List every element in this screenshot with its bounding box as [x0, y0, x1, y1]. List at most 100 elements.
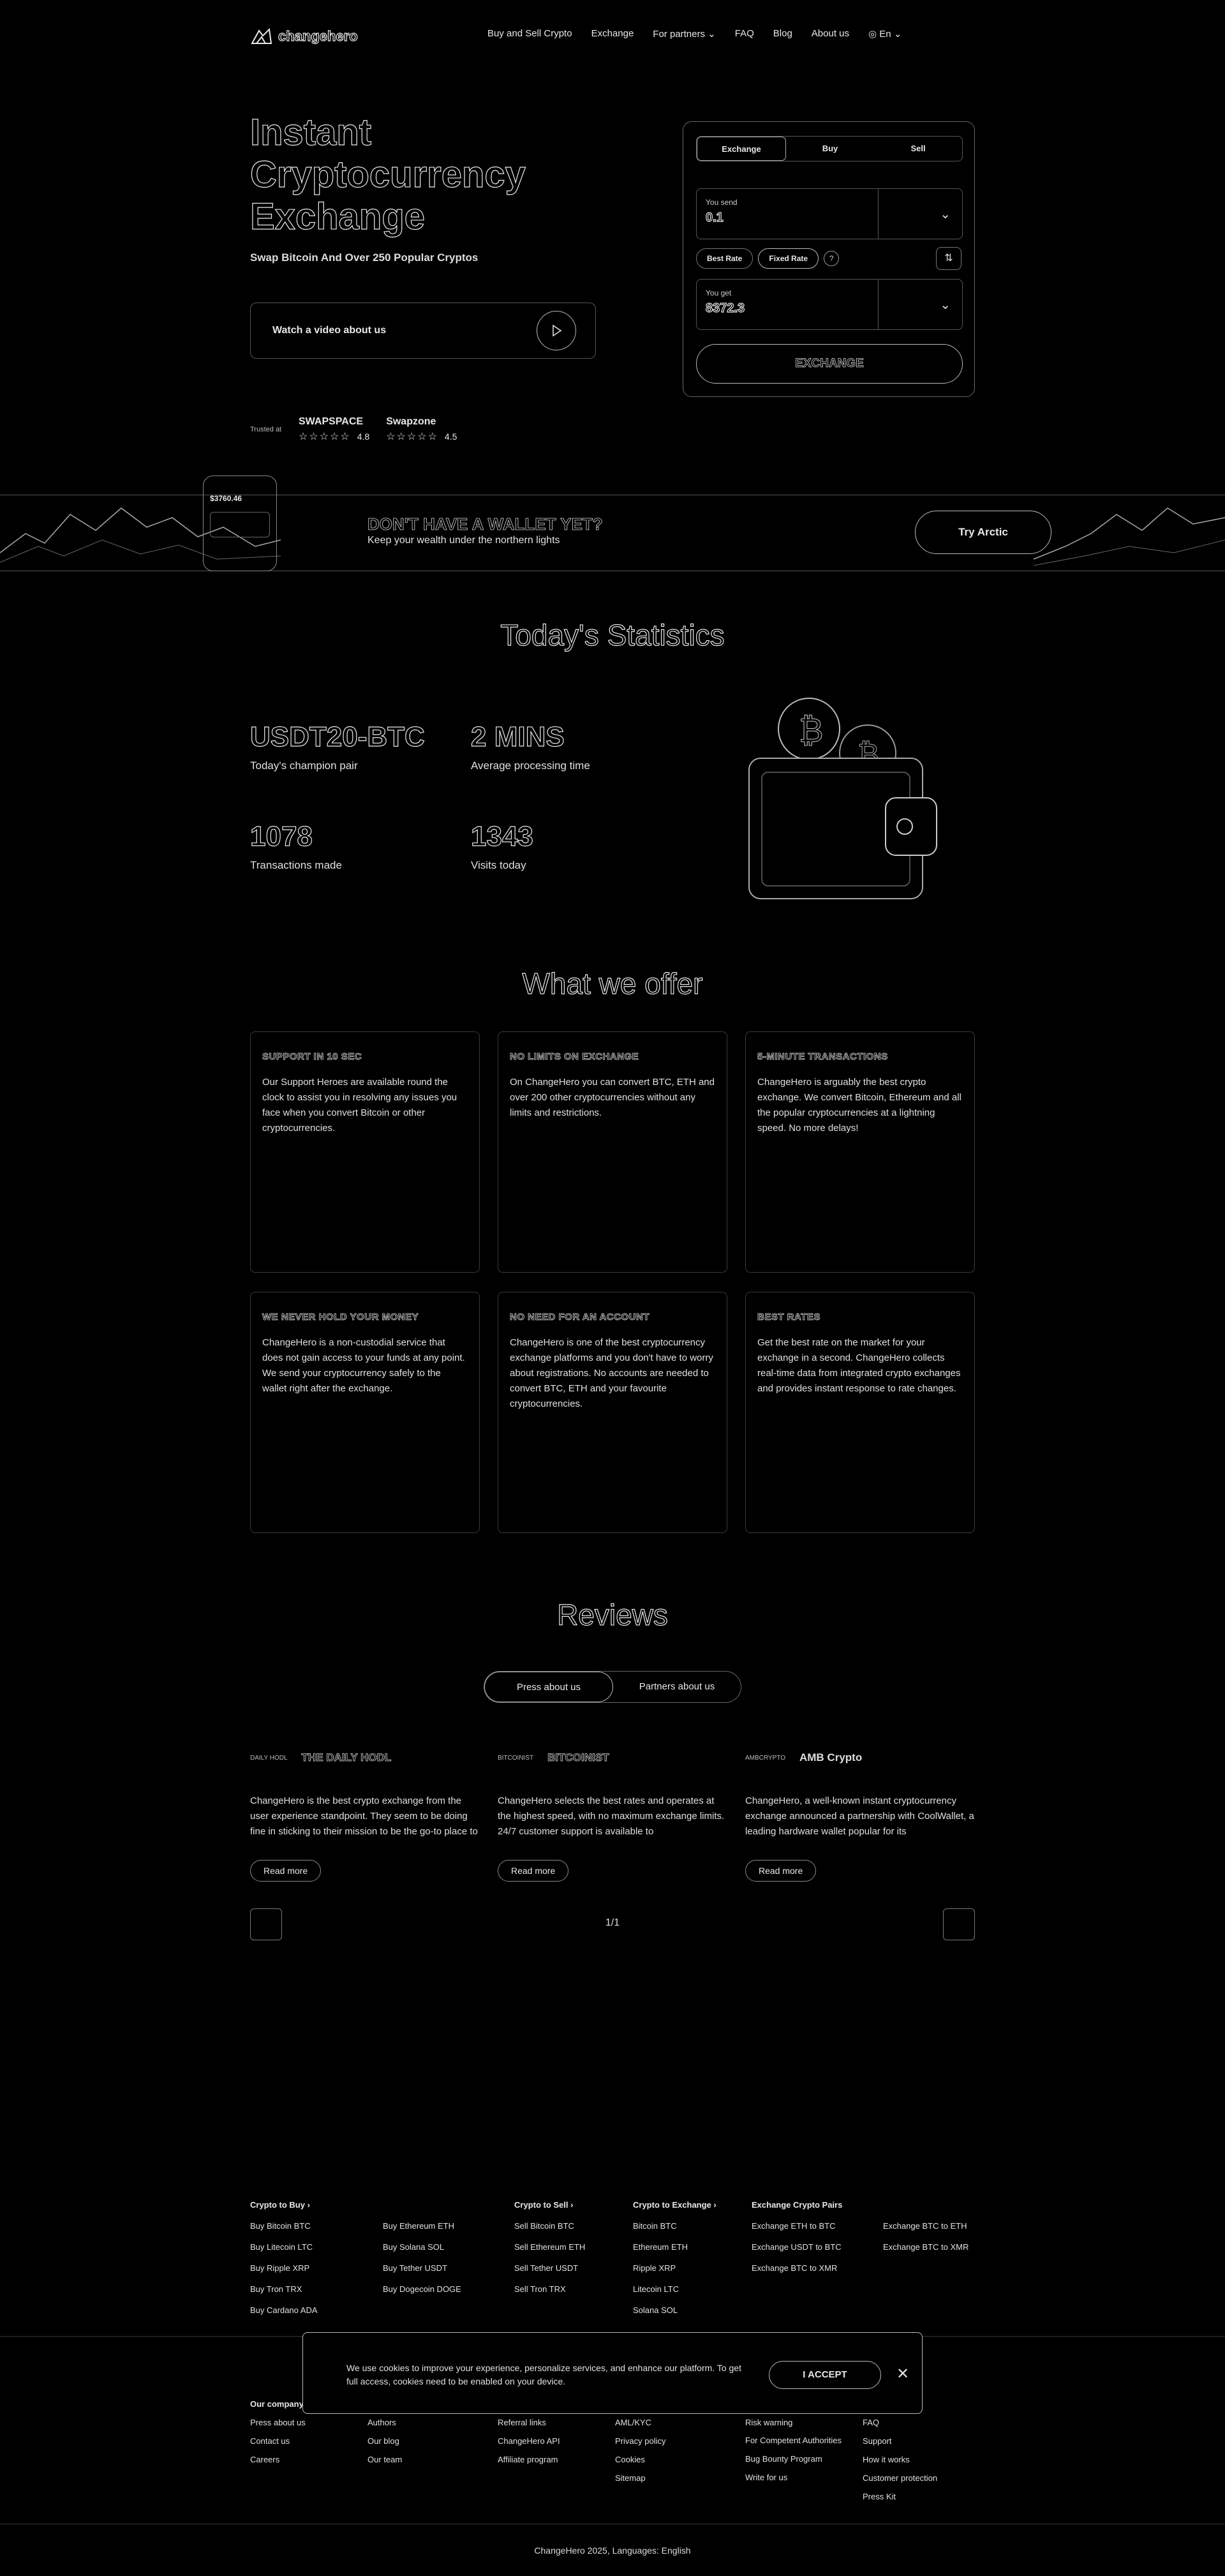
footer-link[interactable]: Buy Bitcoin BTC [250, 2215, 318, 2236]
read-more-button[interactable]: Read more [498, 1860, 569, 1882]
footer-link[interactable]: Our blog [368, 2432, 402, 2450]
tab-press-about-us[interactable]: Press about us [484, 1672, 613, 1702]
footer-link[interactable]: Exchange USDT to BTC [752, 2236, 842, 2258]
footer-link[interactable]: Press Kit [863, 2487, 937, 2506]
get-field[interactable]: You get 8372.3 ⌄ [696, 279, 963, 330]
fixed-rate-button[interactable]: Fixed Rate [758, 248, 819, 269]
nav-about[interactable]: About us [812, 28, 849, 40]
footer-link[interactable]: Affiliate program [498, 2450, 560, 2469]
tab-sell[interactable]: Sell [874, 137, 962, 161]
cookie-banner: We use cookies to improve your experienc… [302, 2332, 923, 2414]
send-field[interactable]: You send 0.1 ⌄ [696, 188, 963, 239]
footer-link[interactable]: Buy Ethereum ETH [383, 2215, 461, 2236]
watch-video-label: Watch a video about us [272, 325, 387, 336]
close-icon[interactable]: ✕ [896, 2365, 909, 2383]
tab-exchange[interactable]: Exchange [697, 137, 786, 161]
footer-heading[interactable]: Crypto to Sell › [514, 2194, 585, 2215]
send-amount-input[interactable]: 0.1 [705, 210, 724, 225]
footer-link[interactable]: Ethereum ETH [633, 2236, 716, 2258]
stat-label: Transactions made [250, 859, 342, 871]
footer-link[interactable]: Customer protection [863, 2469, 937, 2487]
footer-link[interactable]: Bitcoin BTC [633, 2215, 716, 2236]
footer-link[interactable]: FAQ [863, 2413, 937, 2432]
nav-exchange[interactable]: Exchange [591, 28, 634, 40]
best-rate-button[interactable]: Best Rate [696, 248, 754, 269]
stat-label: Visits today [471, 859, 526, 871]
stat-champion-pair: USDT20-BTC Today's champion pair [249, 721, 425, 772]
footer-link[interactable]: Buy Tether USDT [383, 2258, 461, 2279]
send-currency-dropdown[interactable]: ⌄ [878, 189, 962, 239]
footer-link[interactable]: Press about us [250, 2413, 306, 2432]
footer-link[interactable]: Referral links [498, 2413, 560, 2432]
read-more-button[interactable]: Read more [250, 1860, 322, 1882]
footer-link[interactable]: Write for us [745, 2468, 860, 2487]
footer-link[interactable]: Our team [368, 2450, 402, 2469]
tab-buy[interactable]: Buy [786, 137, 874, 161]
footer-link[interactable]: Sell Ethereum ETH [514, 2236, 585, 2258]
footer-link[interactable]: Exchange BTC to XMR [883, 2236, 969, 2258]
footer-link[interactable]: Buy Ripple XRP [250, 2258, 318, 2279]
footer-link[interactable]: Cookies [615, 2450, 665, 2469]
footer-link[interactable]: Exchange ETH to BTC [752, 2215, 842, 2236]
exchange-button[interactable]: EXCHANGE [696, 344, 963, 384]
swap-icon[interactable]: ⇅ [936, 247, 961, 270]
footer-link[interactable]: Contact us [250, 2432, 306, 2450]
language-selector[interactable]: ◎ En ⌄ [868, 28, 902, 40]
logo[interactable]: changehero [250, 26, 358, 47]
accept-cookies-button[interactable]: I ACCEPT [769, 2361, 881, 2389]
footer-link[interactable]: Buy Litecoin LTC [250, 2236, 318, 2258]
nav-faq[interactable]: FAQ [735, 28, 754, 40]
footer-link[interactable]: Sell Bitcoin BTC [514, 2215, 585, 2236]
footer-link[interactable]: Sitemap [615, 2469, 665, 2487]
footer-link[interactable]: Litecoin LTC [633, 2279, 716, 2300]
wallet-bitcoin-illustration: ₿ ₿ [748, 698, 937, 899]
hero-title: Instant Cryptocurrency Exchange [249, 111, 526, 237]
next-arrow-icon[interactable] [943, 1908, 975, 1940]
footer-link[interactable]: Buy Solana SOL [383, 2236, 461, 2258]
send-label: You send [706, 198, 738, 207]
footer-link[interactable]: ChangeHero API [498, 2432, 560, 2450]
footer-link[interactable]: Buy Cardano ADA [250, 2300, 318, 2321]
footer-link[interactable]: Careers [250, 2450, 306, 2469]
footer-link[interactable]: Privacy policy [615, 2432, 665, 2450]
try-arctic-button[interactable]: Try Arctic [915, 511, 1051, 554]
tab-partners-about-us[interactable]: Partners about us [613, 1672, 741, 1702]
footer-link[interactable]: Sell Tron TRX [514, 2279, 585, 2300]
nav-buy-sell[interactable]: Buy and Sell Crypto [487, 28, 572, 40]
footer-link[interactable]: Ripple XRP [633, 2258, 716, 2279]
footer-link[interactable]: AML/KYC [615, 2413, 665, 2432]
footer-link[interactable]: Exchange BTC to ETH [883, 2215, 969, 2236]
exchange-widget: Exchange Buy Sell You send 0.1 ⌄ Best Ra… [683, 121, 975, 397]
info-icon[interactable]: ? [824, 251, 840, 266]
footer-link[interactable]: Support [863, 2432, 937, 2450]
review-text: ChangeHero is the best crypto exchange f… [250, 1795, 478, 1837]
footer-link[interactable]: Bug Bounty Program [745, 2450, 860, 2468]
footer-link[interactable]: Sell Tether USDT [514, 2258, 585, 2279]
rating-swapzone[interactable]: Swapzone ☆☆☆☆☆ 4.5 [386, 416, 457, 443]
watch-video-button[interactable]: Watch a video about us [250, 303, 596, 359]
footer-link[interactable]: Buy Dogecoin DOGE [383, 2279, 461, 2300]
nav-for-partners[interactable]: For partners ⌄ [653, 28, 715, 40]
footer-link[interactable]: Risk warning [745, 2413, 860, 2432]
banner-title: DON'T HAVE A WALLET YET? [368, 514, 604, 534]
stat-label: Average processing time [471, 760, 590, 772]
footer-link[interactable]: Solana SOL [633, 2300, 716, 2321]
footer-heading[interactable]: Exchange Crypto Pairs [752, 2194, 842, 2215]
read-more-button[interactable]: Read more [745, 1860, 817, 1882]
get-currency-dropdown[interactable]: ⌄ [878, 280, 962, 329]
footer-link[interactable]: For Competent Authorities [745, 2436, 860, 2446]
footer-heading[interactable]: Crypto to Exchange › [633, 2194, 716, 2215]
review-text: ChangeHero, a well-known instant cryptoc… [745, 1795, 974, 1837]
footer-link[interactable]: Buy Tron TRX [250, 2279, 318, 2300]
language-label: En [879, 29, 891, 40]
offer-card-text: Our Support Heroes are available round t… [262, 1077, 457, 1134]
rating-swapspace[interactable]: SWAPSPACE ☆☆☆☆☆ 4.8 [299, 416, 369, 443]
stars-icon: ☆☆☆☆☆ [299, 431, 351, 442]
footer-link[interactable]: Authors [368, 2413, 402, 2432]
chevron-down-icon: ⌄ [708, 29, 716, 40]
footer-link[interactable]: Exchange BTC to XMR [752, 2258, 842, 2279]
play-icon[interactable] [537, 311, 576, 350]
footer-link[interactable]: How it works [863, 2450, 937, 2469]
nav-blog[interactable]: Blog [773, 28, 792, 40]
footer-heading[interactable]: Crypto to Buy › [250, 2194, 318, 2215]
